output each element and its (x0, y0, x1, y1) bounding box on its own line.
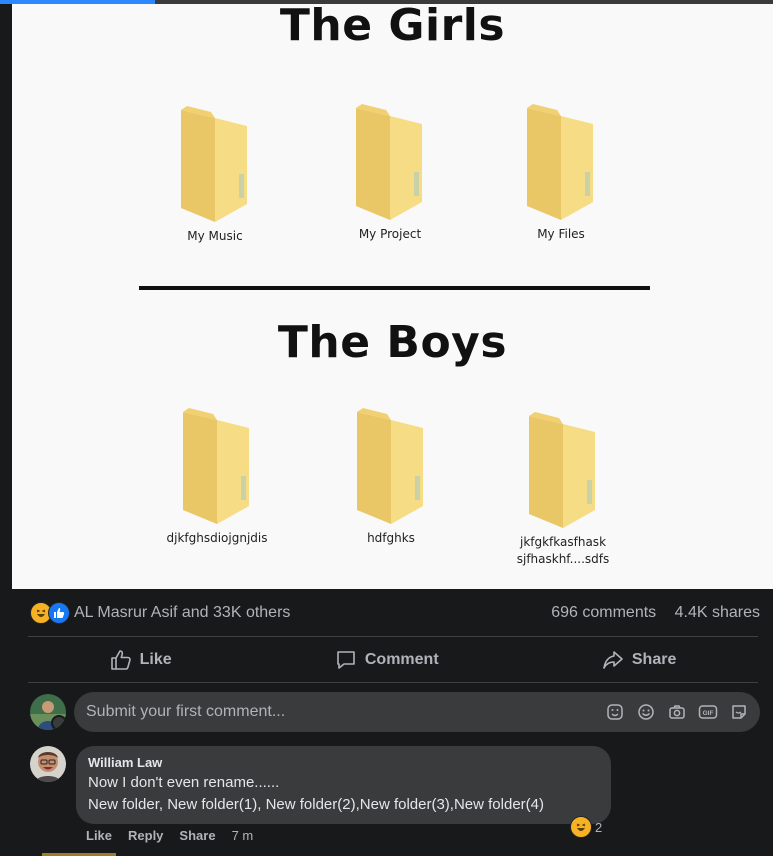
avatar[interactable] (30, 694, 66, 730)
divider (28, 682, 758, 683)
comments-count[interactable]: 696 comments (551, 604, 656, 621)
comment-input-box[interactable]: GIF (74, 692, 760, 732)
folder-girls-2: My Project (300, 102, 480, 243)
comment-reactions[interactable]: 2 (570, 816, 602, 838)
folder-label: jkfgkfkasfhask sjfhaskhf....sdfs (516, 535, 610, 566)
folder-icon (356, 104, 422, 220)
like-button[interactable]: Like (110, 649, 172, 671)
gif-icon[interactable]: GIF (697, 701, 719, 723)
like-label: Like (139, 651, 172, 668)
post-image[interactable]: The Girls My Music My Project My Files T… (12, 4, 773, 589)
comment-icon (337, 651, 355, 669)
thumbs-up-icon (110, 650, 131, 670)
share-label: Share (631, 651, 677, 668)
folder-label: djkfghsdiojgnjdis (166, 531, 268, 545)
girls-title: The Girls (279, 4, 506, 51)
folder-girls-1: My Music (125, 104, 305, 245)
folder-icon (357, 408, 423, 524)
folder-label: My Files (537, 227, 585, 241)
haha-icon (570, 816, 592, 838)
folder-icon (183, 408, 249, 524)
comment-label: Comment (364, 651, 439, 668)
like-icon (48, 602, 70, 624)
post-actions: Like Comment Share (28, 640, 758, 680)
emoji-icon[interactable] (635, 701, 657, 723)
comment-text-line-1: Now I don't even rename...... (88, 774, 280, 791)
comment-timestamp[interactable]: 7 m (232, 828, 254, 843)
reactions-text[interactable]: AL Masrur Asif and 33K others (74, 604, 290, 622)
folder-boys-2: hdfghks (301, 406, 481, 547)
folder-boys-3: jkfgkfkasfhask sjfhaskhf....sdfs (473, 410, 653, 568)
reactions-summary: AL Masrur Asif and 33K others 696 commen… (30, 600, 760, 626)
svg-text:GIF: GIF (703, 710, 714, 717)
reactions-left[interactable]: AL Masrur Asif and 33K others (30, 602, 290, 624)
comment-composer: GIF (28, 692, 760, 732)
comment-input[interactable] (74, 702, 595, 722)
divider (28, 636, 758, 637)
reaction-icons[interactable] (30, 602, 70, 624)
boys-title: The Boys (277, 317, 508, 368)
comment-text-line-2: New folder, New folder(1), New folder(2)… (88, 796, 544, 813)
sticker-icon[interactable] (604, 701, 626, 723)
comment-share-button[interactable]: Share (179, 828, 215, 843)
comment-actions: Like Reply Share 7 m (86, 828, 269, 843)
folder-label: My Music (187, 229, 243, 243)
comment-reaction-count: 2 (595, 819, 603, 835)
comment-button[interactable]: Comment (335, 649, 439, 671)
share-button[interactable]: Share (602, 649, 676, 671)
comment-author[interactable]: William Law (88, 754, 599, 772)
folder-label: My Project (358, 227, 422, 241)
folder-icon (527, 104, 593, 220)
shares-count[interactable]: 4.4K shares (675, 604, 760, 621)
folder-icon (181, 106, 247, 222)
folder-label: hdfghks (367, 531, 415, 545)
composer-icons: GIF (595, 701, 750, 723)
share-icon (603, 651, 623, 669)
folder-girls-3: My Files (471, 102, 651, 243)
camera-icon[interactable] (666, 701, 688, 723)
folder-icon (529, 412, 595, 528)
avatar-sticker-icon[interactable] (728, 701, 750, 723)
comment-reply-button[interactable]: Reply (128, 828, 163, 843)
folder-boys-1: djkfghsdiojgnjdis (127, 406, 307, 547)
comment-like-button[interactable]: Like (86, 828, 112, 843)
post-counts: 696 comments 4.4K shares (537, 604, 760, 622)
chevron-down-icon[interactable] (51, 715, 66, 730)
comment-bubble: William Law Now I don't even rename.....… (76, 746, 611, 824)
divider (139, 286, 650, 290)
avatar[interactable] (30, 746, 66, 782)
